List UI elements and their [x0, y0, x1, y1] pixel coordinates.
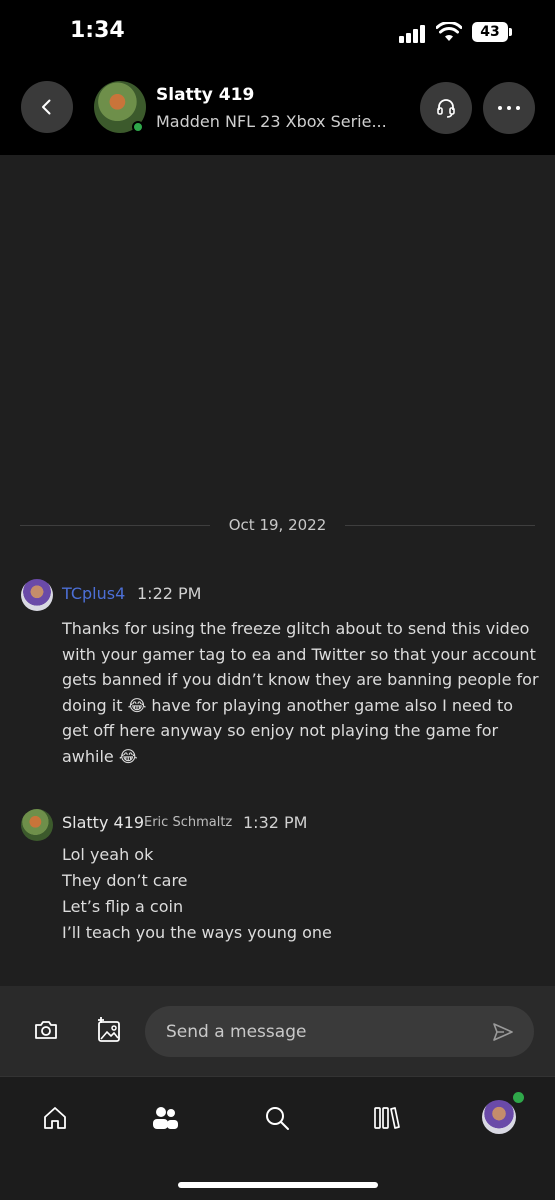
sender-avatar[interactable]	[21, 579, 53, 611]
home-indicator	[178, 1182, 378, 1188]
message-timestamp: 1:22 PM	[137, 584, 202, 603]
nav-profile-avatar[interactable]	[482, 1100, 516, 1134]
contact-name[interactable]: Slatty 419	[156, 85, 254, 105]
message-composer	[0, 986, 555, 1076]
search-icon	[266, 1107, 289, 1130]
nav-search-button[interactable]	[261, 1102, 293, 1134]
battery-icon: 43	[472, 22, 508, 42]
chevron-left-icon	[42, 99, 51, 115]
nav-social-button[interactable]	[149, 1102, 181, 1134]
date-divider-text: Oct 19, 2022	[218, 516, 337, 534]
nav-home-button[interactable]	[39, 1102, 71, 1134]
add-image-icon[interactable]	[95, 1016, 123, 1044]
date-divider: Oct 19, 2022	[0, 516, 555, 534]
library-icon	[374, 1107, 400, 1129]
status-time: 1:34	[70, 18, 125, 43]
message-text[interactable]: Thanks for using the freeze glitch about…	[62, 616, 540, 769]
message-sender-name[interactable]: TCplus4	[62, 584, 125, 603]
sender-avatar[interactable]	[21, 809, 53, 841]
message-input[interactable]	[145, 1006, 534, 1057]
voice-chat-button[interactable]	[420, 82, 472, 134]
ellipsis-icon	[498, 106, 520, 110]
battery-tip	[509, 28, 512, 36]
headset-icon	[437, 99, 455, 118]
message-sender-real-name: Eric Schmaltz	[144, 815, 233, 830]
camera-icon[interactable]	[33, 1017, 59, 1043]
message-timestamp: 1:32 PM	[243, 813, 308, 832]
message-line[interactable]: They don’t care	[62, 868, 540, 894]
social-icon	[153, 1107, 178, 1129]
message-line[interactable]: I’ll teach you the ways young one	[62, 920, 540, 946]
status-bar: 1:34 43	[0, 0, 555, 64]
message-text-group: Lol yeah ok They don’t care Let’s flip a…	[62, 842, 540, 946]
nav-library-button[interactable]	[371, 1102, 403, 1134]
home-icon	[44, 1107, 66, 1129]
contact-activity: Madden NFL 23 Xbox Serie...	[156, 112, 387, 131]
back-button[interactable]	[21, 81, 73, 133]
online-status-dot	[513, 1092, 524, 1103]
message-line[interactable]: Lol yeah ok	[62, 842, 540, 868]
message-line[interactable]: Let’s flip a coin	[62, 894, 540, 920]
more-options-button[interactable]	[483, 82, 535, 134]
message-sender-name[interactable]: Slatty 419	[62, 813, 144, 832]
cellular-signal-icon	[399, 25, 427, 43]
send-icon[interactable]	[491, 1020, 515, 1044]
online-status-dot	[132, 121, 144, 133]
conversation-header: Slatty 419 Madden NFL 23 Xbox Serie...	[0, 64, 555, 155]
wifi-icon	[436, 22, 462, 41]
